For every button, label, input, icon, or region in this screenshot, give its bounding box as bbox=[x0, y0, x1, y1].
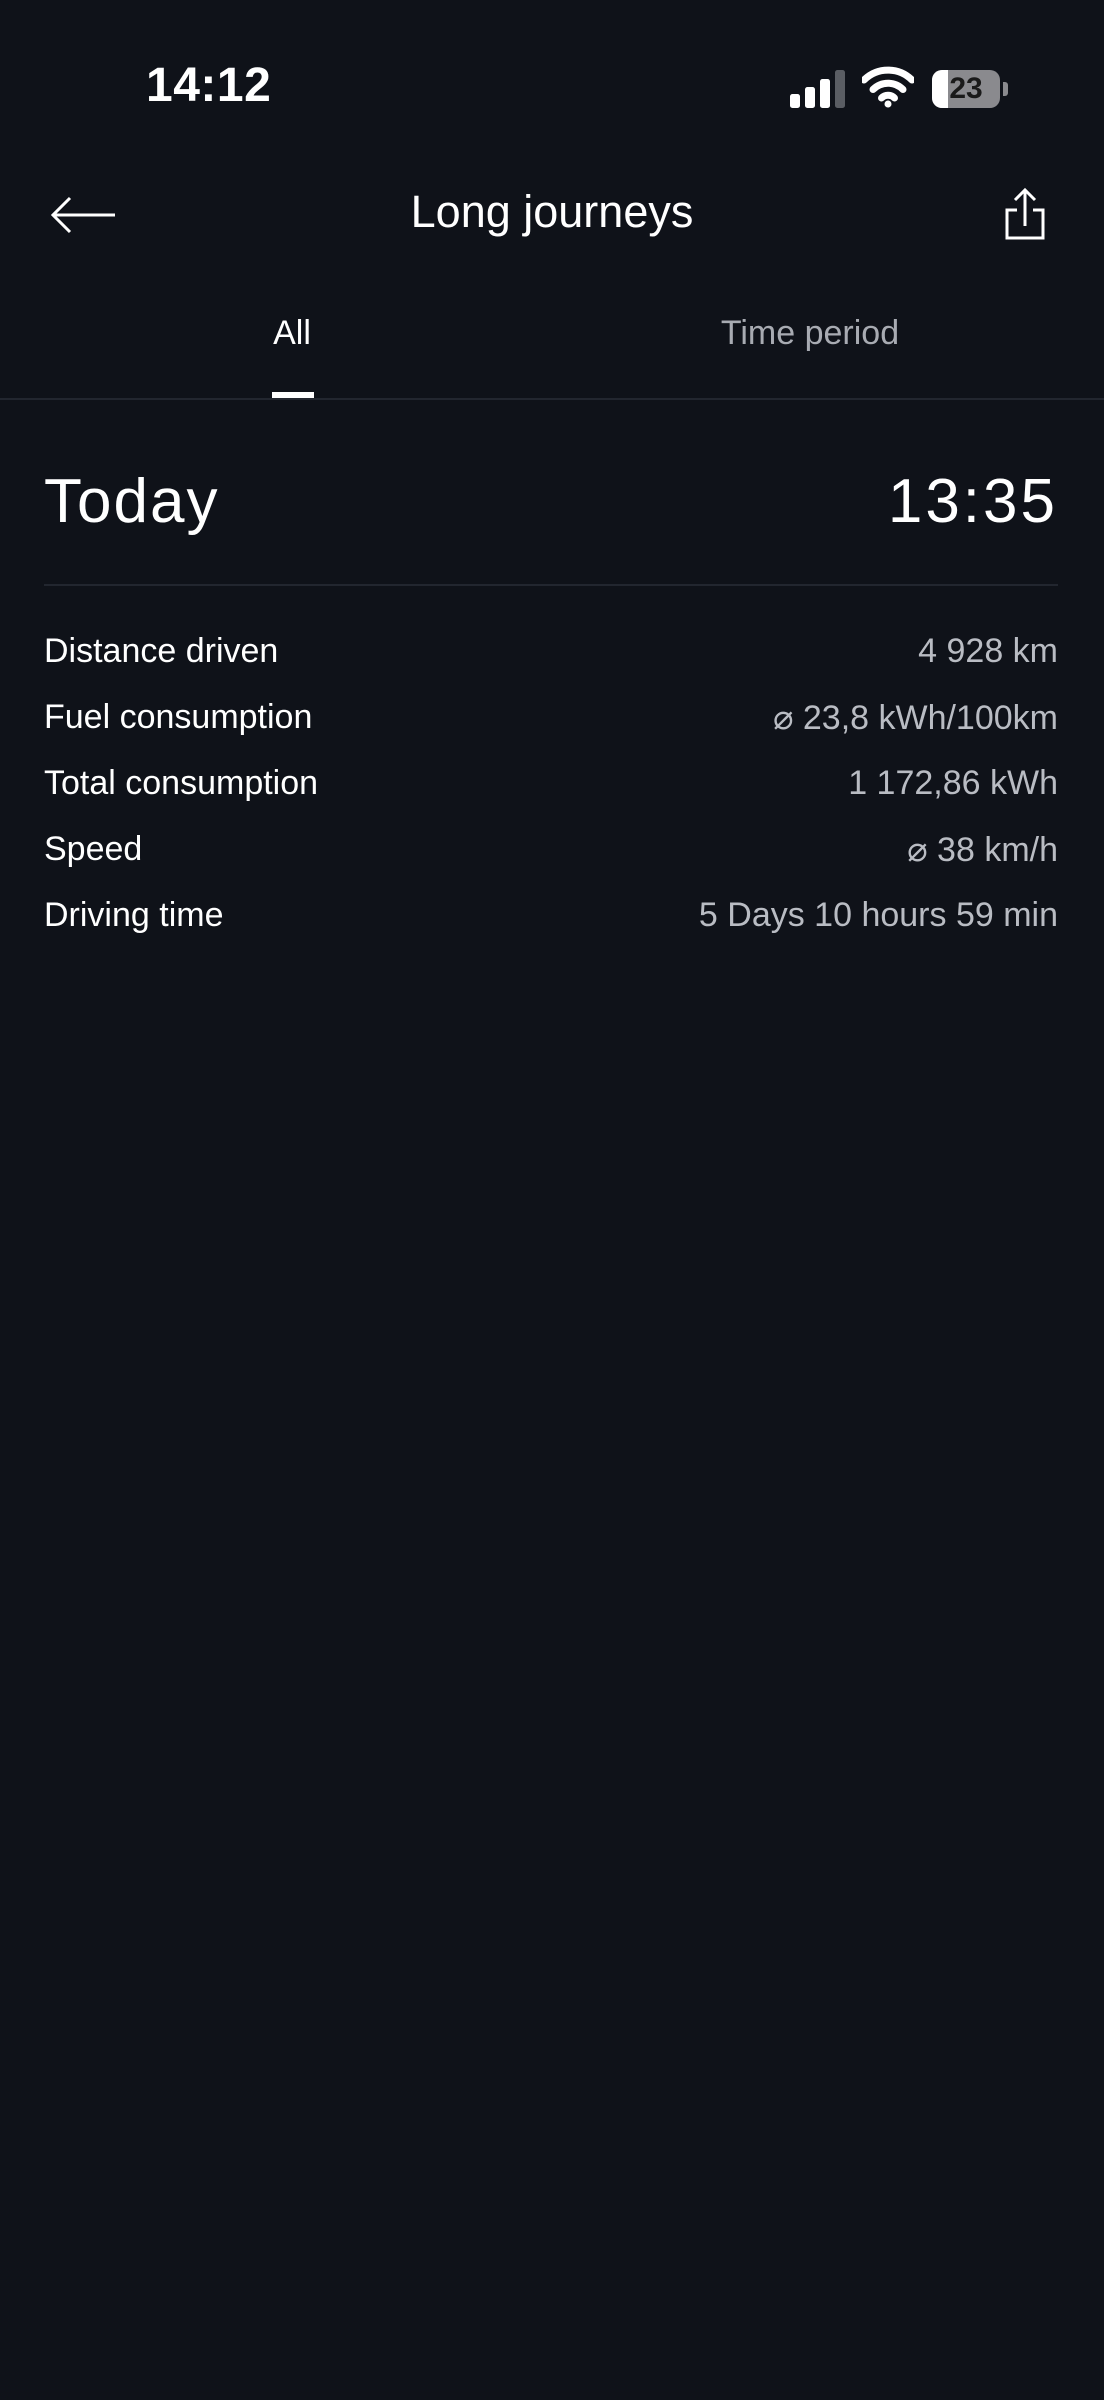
page-title: Long journeys bbox=[410, 186, 694, 237]
arrow-left-icon bbox=[50, 196, 115, 234]
battery-indicator: 23 bbox=[932, 70, 1008, 108]
summary-label: Today bbox=[44, 467, 220, 536]
tab-all[interactable]: All bbox=[232, 314, 352, 398]
wifi-icon bbox=[862, 66, 914, 108]
summary-time: 13:35 bbox=[887, 467, 1058, 536]
share-button[interactable] bbox=[990, 178, 1060, 260]
stat-value: 5 Days 10 hours 59 min bbox=[698, 896, 1058, 934]
stat-label: Fuel consumption bbox=[44, 698, 313, 736]
share-icon bbox=[1005, 187, 1045, 240]
stat-row-fuel-consumption: Fuel consumption ⌀ 23,8 kWh/100km bbox=[44, 698, 1058, 764]
status-time: 14:12 bbox=[146, 59, 272, 112]
stat-value: ⌀ 23,8 kWh/100km bbox=[772, 699, 1058, 737]
tab-time-period[interactable]: Time period bbox=[660, 314, 960, 398]
stat-label: Driving time bbox=[44, 896, 224, 934]
stat-value: 1 172,86 kWh bbox=[848, 764, 1058, 802]
divider bbox=[44, 584, 1058, 586]
active-tab-indicator bbox=[272, 392, 314, 398]
battery-icon: 23 bbox=[932, 70, 1000, 108]
battery-level: 23 bbox=[949, 72, 983, 105]
cellular-signal-icon bbox=[790, 70, 845, 108]
stat-row-total-consumption: Total consumption 1 172,86 kWh bbox=[44, 764, 1058, 830]
stat-label: Distance driven bbox=[44, 632, 279, 670]
stat-value: 4 928 km bbox=[918, 632, 1058, 670]
back-button[interactable] bbox=[40, 180, 130, 250]
stat-label: Total consumption bbox=[44, 764, 319, 802]
stat-value: ⌀ 38 km/h bbox=[907, 831, 1058, 869]
status-bar: 14:12 23 bbox=[0, 0, 1104, 180]
stat-row-distance: Distance driven 4 928 km bbox=[44, 632, 1058, 698]
battery-cap bbox=[1003, 82, 1008, 96]
stats-list: Distance driven 4 928 km Fuel consumptio… bbox=[44, 632, 1058, 962]
stat-label: Speed bbox=[44, 830, 143, 868]
tab-bar: All Time period bbox=[0, 300, 1104, 400]
stat-row-speed: Speed ⌀ 38 km/h bbox=[44, 830, 1058, 896]
stat-row-driving-time: Driving time 5 Days 10 hours 59 min bbox=[44, 896, 1058, 962]
